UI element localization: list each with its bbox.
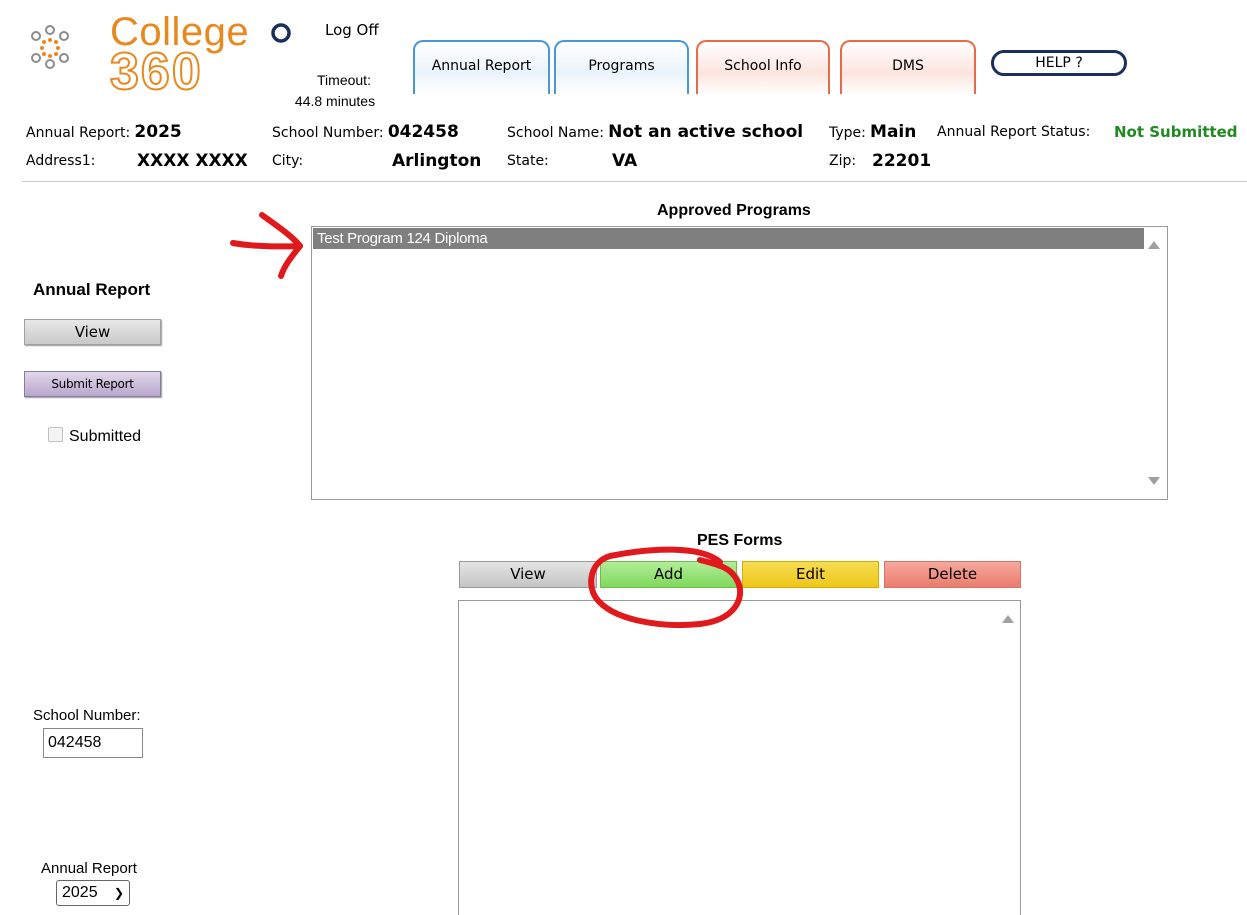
info-status: Annual Report Status: — [937, 123, 1090, 140]
annual-report-select-label: Annual Report — [41, 860, 137, 877]
pes-forms-title: PES Forms — [697, 532, 783, 549]
pes-delete-button[interactable]: Delete — [884, 561, 1021, 588]
school-name-value: Not an active school — [608, 122, 804, 142]
pes-add-button[interactable]: Add — [600, 561, 737, 588]
college360-logo-icon — [31, 25, 69, 69]
submit-report-button[interactable]: Submit Report — [24, 371, 161, 397]
zip-value: 22201 — [872, 151, 932, 171]
info-school-name: School Name: Not an active school — [507, 122, 803, 142]
submitted-checkbox[interactable] — [48, 427, 63, 442]
pes-edit-button[interactable]: Edit — [742, 561, 879, 588]
submitted-label: Submitted — [69, 428, 142, 445]
pes-forms-list[interactable] — [458, 600, 1021, 915]
zip-value-wrap: 22201 — [872, 151, 931, 171]
address-label: Address1: — [26, 153, 96, 169]
scroll-up-icon[interactable] — [1002, 615, 1014, 623]
status-label: Annual Report Status: — [937, 124, 1091, 140]
divider — [22, 181, 1247, 182]
school-number-input[interactable] — [43, 728, 143, 758]
type-value: Main — [870, 122, 917, 142]
pes-view-button[interactable]: View — [459, 561, 597, 588]
tab-programs[interactable]: Programs — [554, 40, 689, 94]
annual-report-select[interactable]: 2025 ❯ — [56, 880, 130, 906]
state-value: VA — [612, 151, 638, 171]
scroll-up-icon[interactable] — [1148, 241, 1160, 249]
address-value-wrap: XXXX XXXX — [137, 151, 248, 171]
annual-report-label: Annual Report: — [26, 125, 131, 141]
list-item[interactable]: Test Program 124 Diploma — [313, 228, 1144, 249]
approved-programs-list[interactable]: Test Program 124 Diploma — [311, 226, 1168, 500]
help-button[interactable]: HELP ? — [991, 50, 1127, 76]
info-type: Type: Main — [829, 122, 916, 142]
scroll-down-icon[interactable] — [1148, 477, 1160, 485]
address-value: XXXX XXXX — [137, 151, 248, 171]
tab-dms[interactable]: DMS — [840, 40, 976, 94]
state-value-wrap: VA — [612, 151, 637, 171]
approved-programs-title: Approved Programs — [657, 202, 811, 219]
tab-annual-report[interactable]: Annual Report — [413, 40, 550, 94]
logoff-icon[interactable] — [270, 22, 292, 44]
view-report-button[interactable]: View — [24, 319, 161, 345]
city-value: Arlington — [392, 151, 482, 171]
timeout-label: Timeout: — [317, 72, 371, 88]
school-name-label: School Name: — [507, 125, 604, 141]
status-value: Not Submitted — [1114, 123, 1238, 141]
annual-report-value: 2025 — [134, 122, 182, 142]
logoff-link[interactable]: Log Off — [325, 21, 379, 39]
school-number-label: School Number: — [272, 125, 384, 141]
annual-report-heading: Annual Report — [33, 280, 151, 299]
zip-label: Zip: — [829, 153, 857, 169]
annotation-arrow-head-icon — [259, 212, 303, 279]
tab-school-info[interactable]: School Info — [696, 40, 830, 94]
logo-text-360: 360 — [109, 43, 203, 101]
annual-report-selected: 2025 — [62, 884, 98, 901]
city-label: City: — [272, 153, 304, 169]
chevron-down-icon: ❯ — [113, 886, 124, 900]
school-number-value: 042458 — [387, 122, 459, 142]
state-label: State: — [507, 153, 549, 169]
timeout-value: 44.8 minutes — [294, 93, 376, 109]
school-number-field-label: School Number: — [33, 707, 141, 724]
type-label: Type: — [829, 125, 866, 141]
annotation-arrow-icon — [230, 240, 303, 250]
info-school-number: School Number: 042458 — [272, 122, 459, 142]
info-annual-report: Annual Report: 2025 — [26, 122, 182, 142]
city-value-wrap: Arlington — [392, 151, 481, 171]
